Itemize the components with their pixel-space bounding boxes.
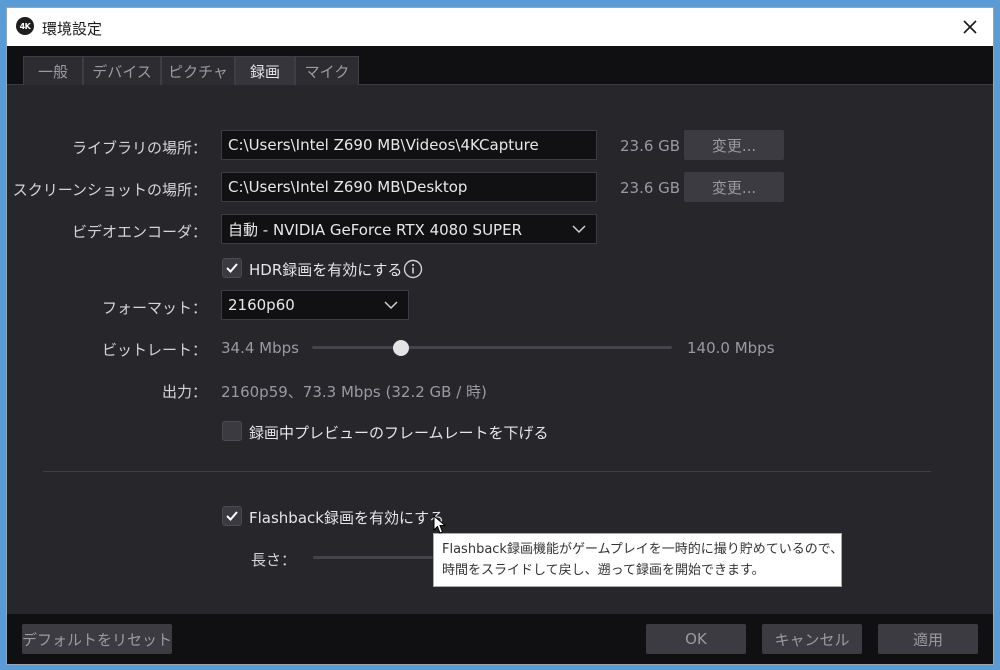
tab-general[interactable]: 一般 (23, 56, 83, 85)
tooltip-line-2: 時間をスライドして戻し、遡って録画を開始できます。 (442, 563, 765, 578)
video-encoder-label: ビデオエンコーダ： (71, 223, 207, 241)
bitrate-slider-track[interactable] (312, 346, 672, 349)
info-icon[interactable] (403, 259, 423, 279)
cancel-button[interactable]: キャンセル (762, 624, 862, 654)
ok-button[interactable]: OK (646, 624, 746, 654)
apply-button[interactable]: 適用 (878, 624, 978, 654)
format-label: フォーマット： (101, 299, 207, 317)
video-encoder-select[interactable]: 自動 - NVIDIA GeForce RTX 4080 SUPER (221, 214, 597, 244)
bitrate-min: 34.4 Mbps (221, 339, 299, 357)
app-logo-icon: 4K (16, 17, 34, 35)
video-encoder-value: 自動 - NVIDIA GeForce RTX 4080 SUPER (228, 220, 522, 239)
chevron-down-icon (384, 301, 398, 310)
format-select[interactable]: 2160p60 (221, 290, 409, 320)
output-value: 2160p59、73.3 Mbps (32.2 GB / 時) (221, 383, 487, 401)
tab-devices[interactable]: デバイス (83, 56, 161, 85)
preview-framerate-checkbox[interactable] (222, 421, 242, 441)
title-bar: 4K 環境設定 (7, 8, 993, 46)
tab-recording[interactable]: 録画 (235, 56, 295, 85)
preview-framerate-label: 録画中プレビューのフレームレートを下げる (249, 424, 549, 442)
recording-settings-panel: ライブラリの場所： C:\Users\Intel Z690 MB\Videos\… (7, 86, 993, 614)
library-free-space: 23.6 GB (620, 137, 681, 155)
output-label: 出力： (161, 383, 207, 401)
close-icon (963, 20, 977, 34)
bitrate-slider-thumb[interactable] (392, 340, 409, 356)
mouse-pointer-icon (433, 515, 446, 534)
checkmark-icon (226, 511, 238, 521)
footer-bar: デフォルトをリセット OK キャンセル 適用 (7, 614, 993, 664)
tab-microphone[interactable]: マイク (295, 56, 359, 85)
checkmark-icon (226, 263, 238, 273)
flashback-checkbox[interactable] (222, 506, 242, 526)
section-divider (43, 471, 931, 472)
hdr-checkbox[interactable] (222, 258, 242, 278)
close-button[interactable] (955, 12, 985, 42)
window-title: 環境設定 (42, 20, 103, 38)
length-label: 長さ： (251, 551, 297, 569)
length-slider-track[interactable] (313, 556, 433, 559)
tab-picture[interactable]: ピクチャ (161, 56, 235, 85)
bitrate-max: 140.0 Mbps (687, 339, 775, 357)
hdr-label: HDR録画を有効にする (249, 261, 403, 279)
settings-window: 4K 環境設定 一般 デバイス ピクチャ 録画 マイク ライブラリの場所： C:… (6, 7, 994, 665)
format-value: 2160p60 (228, 296, 295, 314)
bitrate-label: ビットレート： (101, 341, 207, 359)
tab-bar: 一般 デバイス ピクチャ 録画 マイク (7, 46, 993, 85)
screenshot-free-space: 23.6 GB (620, 179, 681, 197)
screenshot-location-label: スクリーンショットの場所： (12, 181, 207, 199)
reset-defaults-button[interactable]: デフォルトをリセット (22, 624, 172, 654)
chevron-down-icon (572, 225, 586, 234)
screenshot-path-field[interactable]: C:\Users\Intel Z690 MB\Desktop (221, 172, 597, 202)
flashback-tooltip: Flashback録画機能がゲームプレイを一時的に撮り貯めているので、 時間をス… (433, 533, 844, 587)
library-location-label: ライブラリの場所： (71, 139, 207, 157)
screenshot-change-button[interactable]: 変更... (684, 172, 784, 202)
library-change-button[interactable]: 変更... (684, 130, 784, 160)
tooltip-line-1: Flashback録画機能がゲームプレイを一時的に撮り貯めているので、 (442, 542, 844, 557)
flashback-label: Flashback録画を有効にする (249, 509, 445, 527)
library-path-field[interactable]: C:\Users\Intel Z690 MB\Videos\4KCapture (221, 130, 597, 160)
